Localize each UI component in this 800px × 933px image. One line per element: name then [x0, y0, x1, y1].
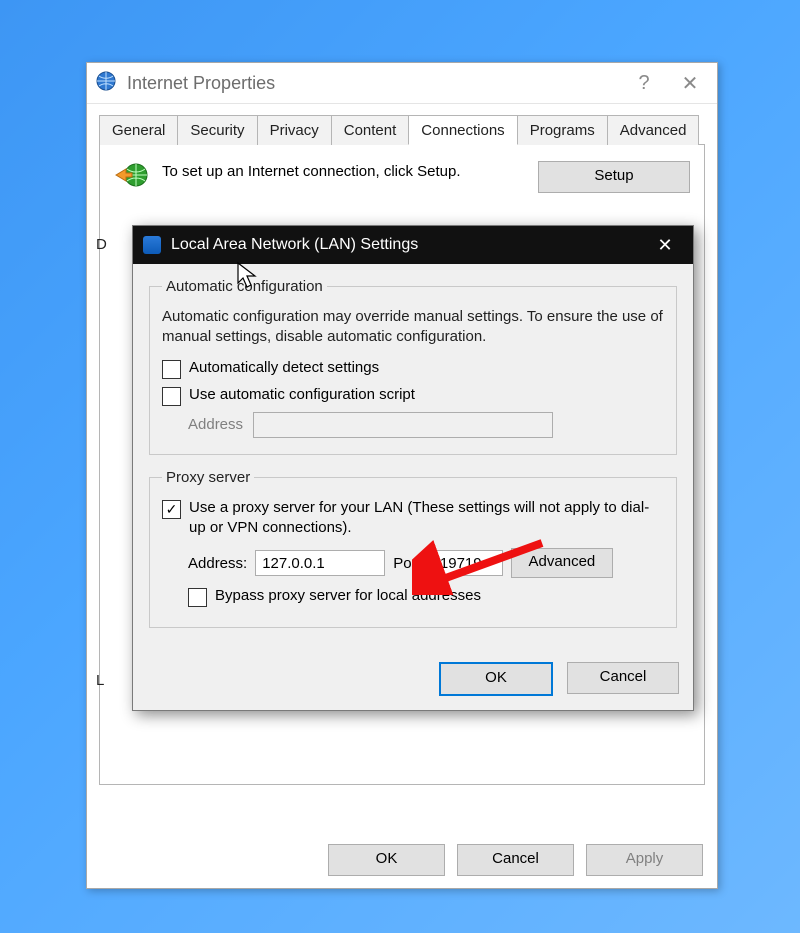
lan-cancel-button[interactable]: Cancel: [567, 662, 679, 694]
bypass-local-row[interactable]: Bypass proxy server for local addresses: [188, 586, 664, 607]
bypass-local-checkbox[interactable]: [188, 588, 207, 607]
internet-properties-titlebar[interactable]: Internet Properties ? ✕: [87, 63, 717, 104]
tab-general[interactable]: General: [99, 115, 178, 145]
auto-script-checkbox[interactable]: [162, 387, 181, 406]
proxy-advanced-button[interactable]: Advanced: [511, 548, 613, 578]
automatic-configuration-legend: Automatic configuration: [162, 278, 327, 295]
close-button[interactable]: ✕: [667, 67, 713, 99]
lan-settings-footer: OK Cancel: [133, 656, 693, 710]
use-proxy-label: Use a proxy server for your LAN (These s…: [189, 498, 664, 539]
lan-settings-window: Local Area Network (LAN) Settings ✕ Auto…: [132, 225, 694, 711]
use-proxy-row[interactable]: ✓ Use a proxy server for your LAN (These…: [162, 498, 664, 539]
automatic-configuration-group: Automatic configuration Automatic config…: [149, 278, 677, 455]
bypass-local-label: Bypass proxy server for local addresses: [215, 586, 481, 606]
tab-privacy[interactable]: Privacy: [257, 115, 332, 145]
parent-cancel-button[interactable]: Cancel: [457, 844, 574, 876]
auto-script-row[interactable]: Use automatic configuration script: [162, 385, 664, 406]
lan-settings-titlebar[interactable]: Local Area Network (LAN) Settings ✕: [133, 226, 693, 264]
help-button[interactable]: ?: [621, 67, 667, 99]
auto-script-address-input: [253, 412, 553, 438]
lan-ok-button[interactable]: OK: [439, 662, 553, 696]
auto-script-address-label: Address: [188, 416, 243, 433]
auto-script-address-row: Address: [188, 412, 664, 438]
setup-instruction-text: To set up an Internet connection, click …: [162, 161, 524, 180]
connection-wizard-icon: [114, 161, 148, 194]
parent-apply-button: Apply: [586, 844, 703, 876]
tab-advanced[interactable]: Advanced: [607, 115, 700, 145]
auto-detect-label: Automatically detect settings: [189, 358, 379, 378]
proxy-address-label: Address:: [188, 555, 247, 572]
internet-properties-footer: OK Cancel Apply: [328, 844, 703, 876]
lan-close-button[interactable]: ✕: [643, 230, 687, 260]
auto-detect-checkbox[interactable]: [162, 360, 181, 379]
tab-connections[interactable]: Connections: [408, 115, 517, 145]
auto-script-label: Use automatic configuration script: [189, 385, 415, 405]
proxy-address-input[interactable]: 127.0.0.1: [255, 550, 385, 576]
auto-detect-row[interactable]: Automatically detect settings: [162, 358, 664, 379]
lan-settings-icon: [143, 236, 161, 254]
proxy-port-input[interactable]: 19719: [433, 550, 503, 576]
proxy-server-group: Proxy server ✓ Use a proxy server for yo…: [149, 469, 677, 629]
window-title: Internet Properties: [127, 73, 621, 94]
automatic-configuration-desc: Automatic configuration may override man…: [162, 307, 664, 348]
tab-security[interactable]: Security: [177, 115, 257, 145]
proxy-port-label: Port:: [393, 555, 425, 572]
proxy-address-row: Address: 127.0.0.1 Port: 19719 Advanced: [188, 548, 664, 578]
tab-programs[interactable]: Programs: [517, 115, 608, 145]
proxy-server-legend: Proxy server: [162, 469, 254, 486]
lan-settings-body: Automatic configuration Automatic config…: [133, 264, 693, 656]
tab-content[interactable]: Content: [331, 115, 410, 145]
setup-button[interactable]: Setup: [538, 161, 690, 193]
tab-strip: General Security Privacy Content Connect…: [99, 114, 705, 145]
use-proxy-checkbox[interactable]: ✓: [162, 500, 181, 519]
truncated-text-d: D: [96, 236, 107, 253]
parent-ok-button[interactable]: OK: [328, 844, 445, 876]
truncated-text-l: L: [96, 672, 104, 689]
lan-settings-title: Local Area Network (LAN) Settings: [171, 236, 643, 254]
internet-options-icon: [95, 70, 117, 97]
